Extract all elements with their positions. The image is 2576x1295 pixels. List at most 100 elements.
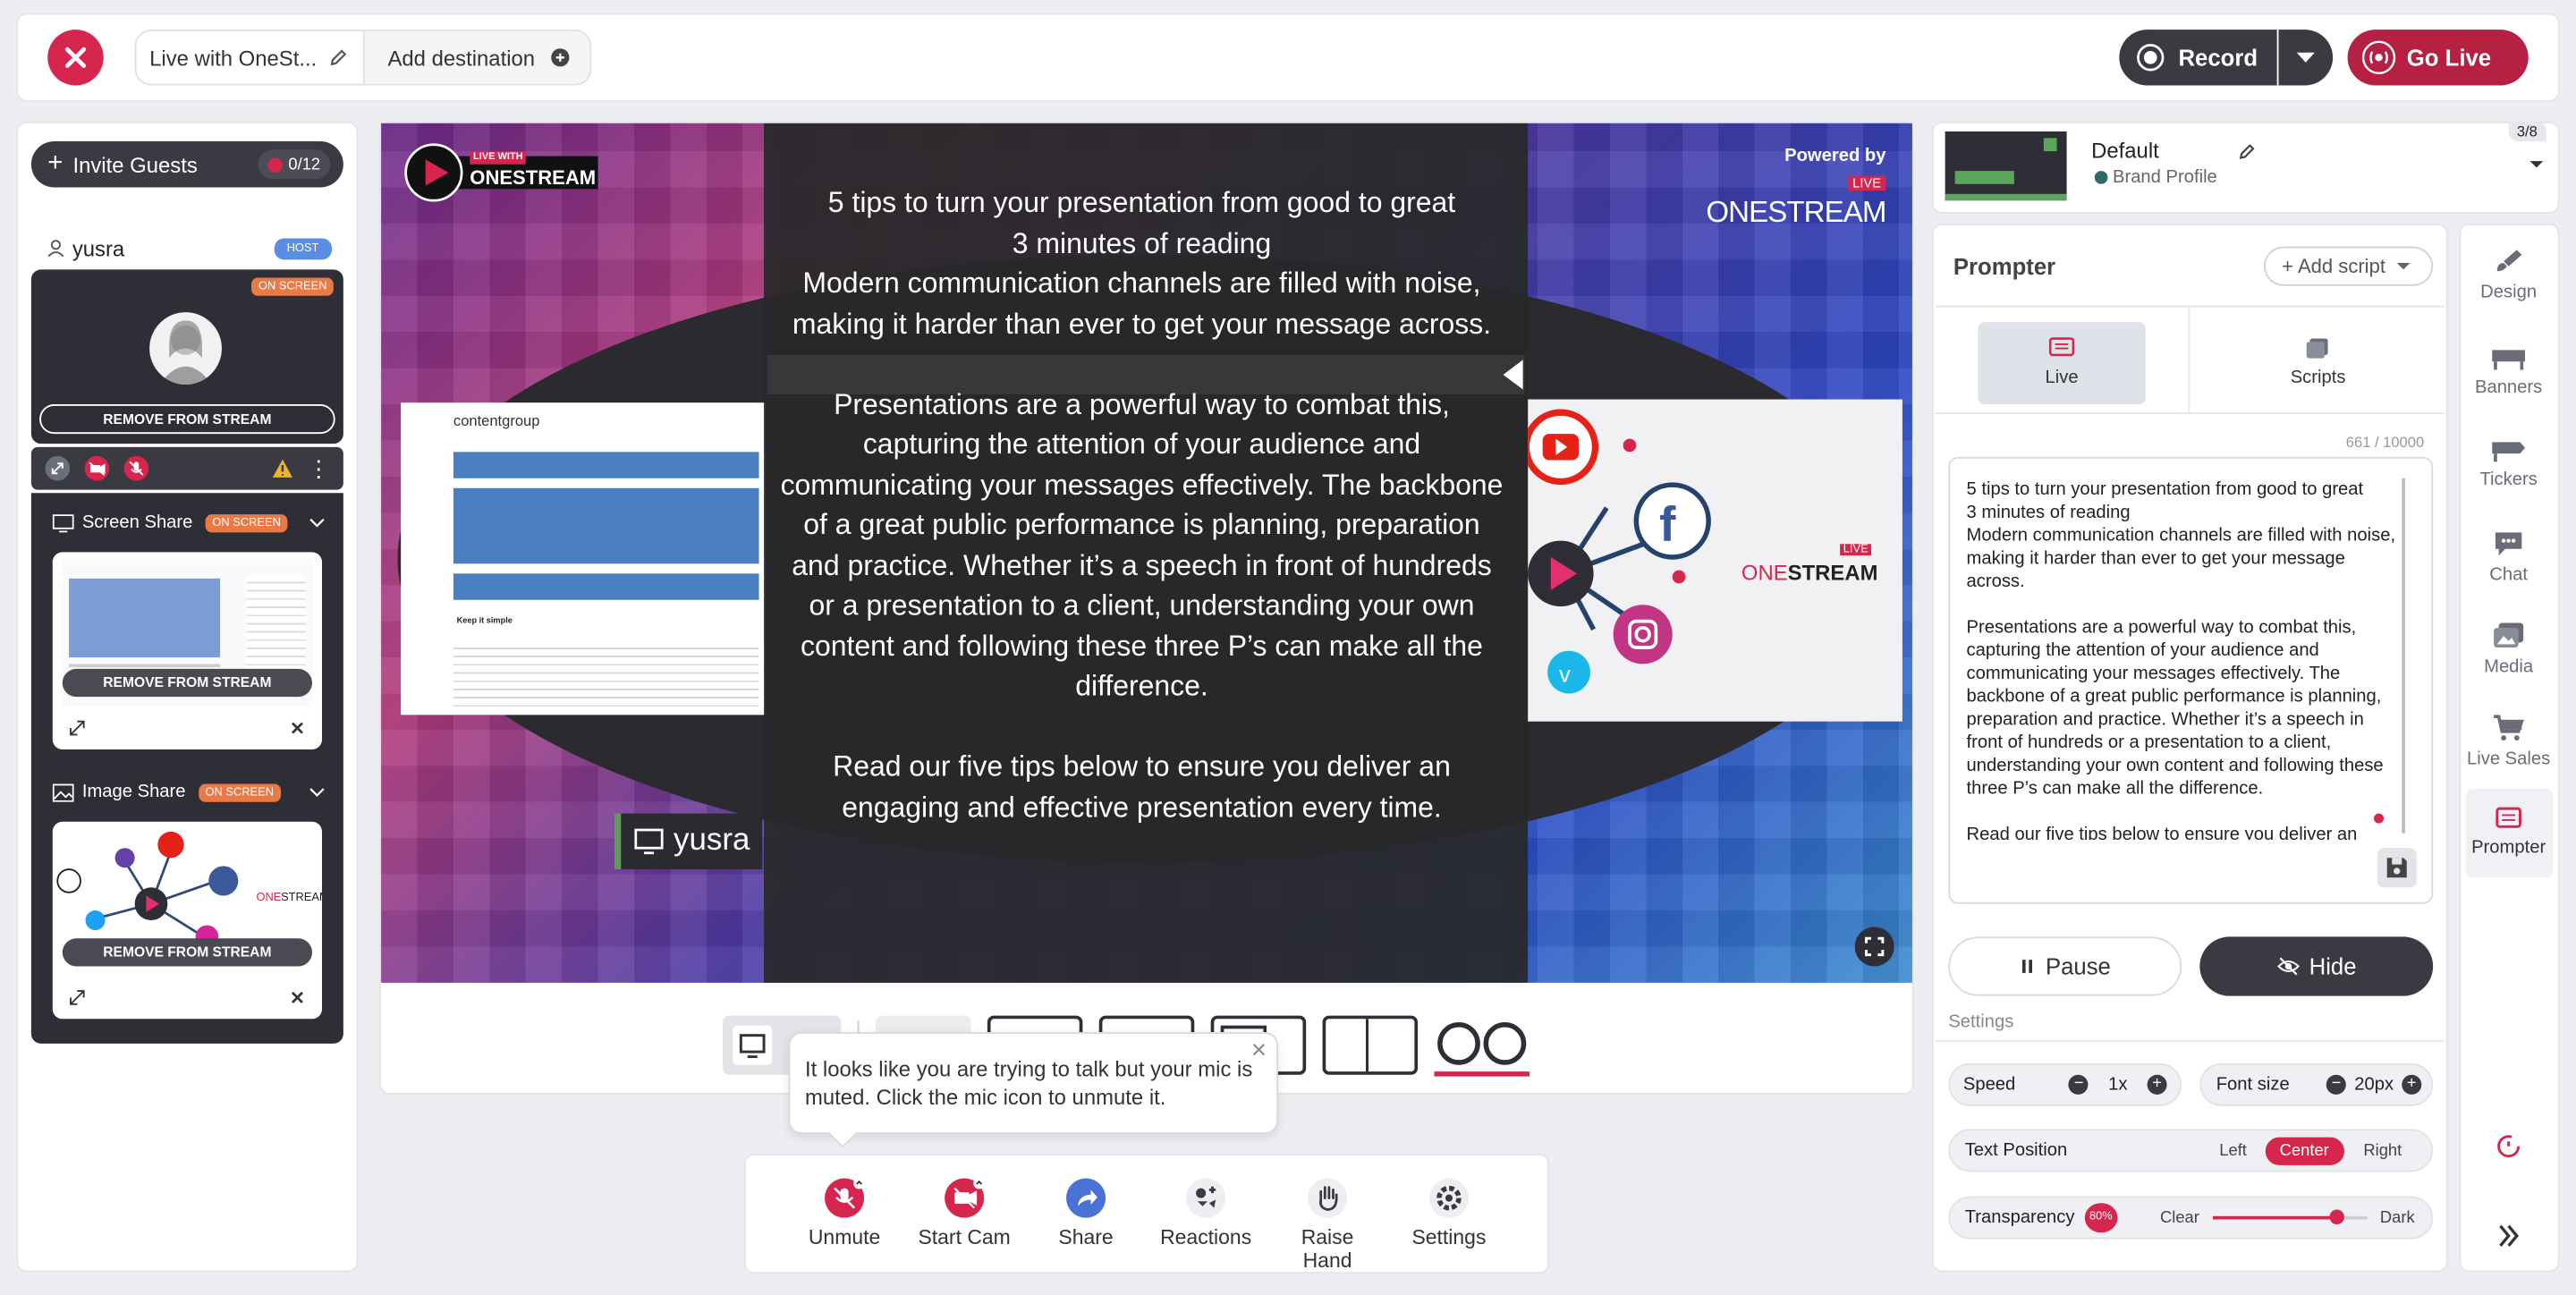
settings-button[interactable]: Settings — [1403, 1177, 1496, 1249]
name-tag-label: yusra — [674, 823, 750, 859]
char-count: 661 / 10000 — [2345, 434, 2425, 451]
remove-from-stream-button[interactable]: REMOVE FROM STREAM — [39, 404, 335, 435]
tab-scripts[interactable]: Scripts — [2234, 322, 2402, 404]
circle-slot — [1483, 1021, 1527, 1064]
transparency-slider-fill — [2212, 1215, 2336, 1220]
fullscreen-icon[interactable] — [1854, 927, 1894, 967]
text-line — [69, 664, 221, 668]
expand-icon[interactable] — [69, 989, 85, 1005]
record-dropdown[interactable] — [2278, 30, 2334, 86]
raise-hand-button[interactable]: Raise Hand — [1275, 1177, 1380, 1272]
stream-title-button[interactable]: Live with OneSt... — [136, 30, 365, 84]
brand-sub-row: Brand Profile — [2094, 167, 2217, 188]
image-icon — [52, 783, 74, 801]
image-share-card: ONESTREAM REMOVE FROM STREAM — [52, 821, 322, 1020]
remove-from-stream-button[interactable]: REMOVE FROM STREAM — [62, 938, 312, 967]
save-button[interactable] — [2377, 848, 2417, 888]
go-live-button[interactable]: Go Live — [2347, 30, 2529, 86]
position-right-button[interactable]: Right — [2343, 1141, 2421, 1159]
warning-icon — [272, 459, 292, 478]
chevron-down-icon — [2396, 263, 2411, 270]
start-cam-button[interactable]: Start Cam — [915, 1177, 1013, 1249]
editor-scrollbar[interactable] — [2402, 478, 2405, 834]
tab-live-label: Live — [2045, 368, 2079, 388]
chevron-down-icon[interactable] — [2527, 155, 2546, 174]
sidebar-item-design[interactable]: Design — [2460, 247, 2558, 302]
prompter-title: Prompter — [1953, 252, 2056, 280]
layout-option[interactable] — [1322, 1015, 1419, 1075]
name-tag: yusra — [614, 813, 764, 870]
transparency-slider[interactable] — [2212, 1209, 2368, 1225]
on-screen-badge: ON SCREEN — [206, 513, 288, 532]
close-button[interactable] — [47, 30, 104, 86]
share-button[interactable]: Share — [1040, 1177, 1132, 1249]
transparency-label: Transparency — [1964, 1207, 2075, 1228]
sidebar-item-chat[interactable]: Chat — [2460, 529, 2558, 585]
invite-guests-button[interactable]: + Invite Guests 0/12 — [30, 141, 343, 188]
more-icon[interactable]: ⋮ — [307, 457, 330, 480]
close-icon[interactable] — [289, 720, 305, 736]
reactions-label: Reactions — [1160, 1225, 1252, 1249]
pause-button[interactable]: Pause — [1948, 936, 2182, 996]
transparency-control: Transparency 80% Clear Dark — [1948, 1196, 2434, 1240]
image-share-header[interactable]: Image Share ON SCREEN — [52, 779, 326, 805]
hide-label: Hide — [2309, 952, 2357, 980]
transparency-slider-thumb[interactable] — [2329, 1209, 2344, 1225]
position-center-button[interactable]: Center — [2265, 1136, 2344, 1164]
sidebar-item-label: Prompter — [2471, 838, 2546, 859]
font-size-increase-button[interactable]: + — [2402, 1074, 2422, 1095]
on-screen-badge: ON SCREEN — [199, 783, 281, 801]
record-label: Record — [2178, 44, 2258, 72]
collapse-sidebar-icon[interactable] — [2496, 1223, 2521, 1248]
tooltip-close-icon[interactable]: × — [1251, 1037, 1267, 1065]
sidebar-item-banners[interactable]: Banners — [2460, 345, 2558, 398]
add-script-button[interactable]: + Add script — [2263, 246, 2434, 286]
layout-two-circles[interactable] — [1434, 1014, 1530, 1077]
expand-icon[interactable] — [45, 455, 71, 481]
edit-icon — [2240, 143, 2255, 158]
close-icon[interactable] — [289, 989, 305, 1005]
hide-button[interactable]: Hide — [2199, 936, 2434, 996]
clear-label: Clear — [2159, 1208, 2199, 1227]
font-size-value: 20px — [2354, 1074, 2394, 1095]
pause-icon — [2022, 960, 2033, 973]
camera-off-icon[interactable] — [84, 455, 110, 481]
speed-decrease-button[interactable]: − — [2069, 1074, 2089, 1095]
expand-icon[interactable] — [69, 720, 85, 736]
add-destination-label: Add destination — [387, 45, 536, 71]
screen-share-card: REMOVE FROM STREAM — [52, 552, 322, 749]
font-size-decrease-button[interactable]: − — [2326, 1074, 2347, 1095]
brand-sub: Brand Profile — [2112, 167, 2217, 188]
cart-icon — [2494, 715, 2524, 741]
unmute-button[interactable]: Unmute — [799, 1177, 891, 1249]
screen-share-icon — [52, 513, 74, 532]
sidebar-item-live-sales[interactable]: Live Sales — [2460, 714, 2558, 769]
raise-hand-icon — [1308, 1178, 1348, 1218]
go-live-label: Go Live — [2406, 44, 2492, 72]
thumb-heading: Keep it simple — [456, 616, 513, 627]
add-destination-button[interactable]: Add destination — [364, 30, 590, 84]
powered-brand: ONESTREAM — [1706, 195, 1886, 229]
tab-live[interactable]: Live — [1978, 322, 2146, 405]
svg-text:ONE: ONE — [257, 890, 282, 903]
record-icon — [2137, 44, 2165, 72]
sidebar-item-media[interactable]: Media — [2460, 622, 2558, 677]
sidebar-item-prompter[interactable]: Prompter — [2460, 805, 2558, 858]
unmute-label: Unmute — [808, 1225, 881, 1249]
position-left-button[interactable]: Left — [2201, 1141, 2265, 1159]
remove-from-stream-button[interactable]: REMOVE FROM STREAM — [62, 668, 312, 698]
reactions-button[interactable]: Reactions — [1157, 1177, 1255, 1249]
host-controls: ⋮ — [30, 446, 343, 490]
mic-off-icon[interactable] — [123, 455, 149, 481]
start-cam-label: Start Cam — [918, 1225, 1011, 1249]
screen-share-header[interactable]: Screen Share ON SCREEN — [52, 510, 326, 536]
record-button[interactable]: Record — [2119, 30, 2277, 86]
monitor-icon — [634, 828, 664, 855]
timer-icon[interactable] — [2496, 1132, 2521, 1158]
monitor-icon — [739, 1034, 766, 1059]
script-editor[interactable]: 5 tips to turn your presentation from go… — [1948, 456, 2434, 904]
speed-increase-button[interactable]: + — [2147, 1074, 2167, 1095]
brand-name-row[interactable]: Default — [2091, 138, 2258, 163]
sidebar-item-tickers[interactable]: Tickers — [2460, 437, 2558, 490]
prompter-overlay-text: 5 tips to turn your presentation from go… — [780, 182, 1504, 826]
